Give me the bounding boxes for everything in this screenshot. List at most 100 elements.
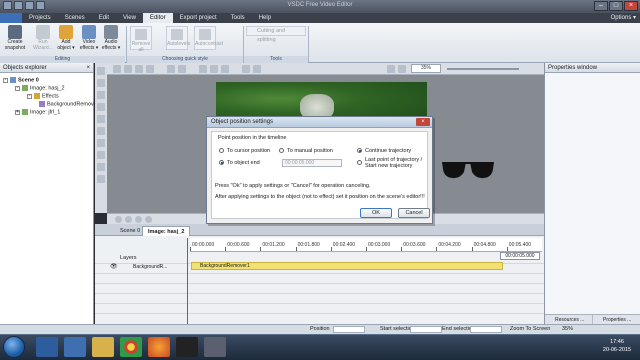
tree-item-image-hasj[interactable]: - Image: hasj_2: [15, 85, 65, 91]
label-continue-trajectory[interactable]: Continue trajectory: [365, 148, 411, 154]
taskbar-firefox-icon[interactable]: [148, 337, 170, 357]
label-object-end[interactable]: To object end: [227, 160, 260, 166]
tab-edit[interactable]: Edit: [92, 13, 116, 23]
ok-button[interactable]: OK: [360, 208, 392, 218]
audio-effects-button[interactable]: Audio effects ▾: [100, 25, 122, 51]
line-tool-icon[interactable]: [97, 115, 105, 123]
autocontrast-button[interactable]: Autocontrast: [194, 26, 223, 50]
crop-tool-icon[interactable]: [97, 127, 105, 135]
minimize-button[interactable]: –: [594, 1, 608, 11]
send-back-icon[interactable]: [253, 65, 261, 73]
taskbar-vsdc-icon[interactable]: [204, 337, 226, 357]
cutting-splitting-button[interactable]: Cutting and splitting: [246, 26, 306, 43]
paste-icon[interactable]: [135, 65, 143, 73]
dialog-close-button[interactable]: ×: [416, 118, 430, 126]
move-tool-icon[interactable]: [97, 163, 105, 171]
align-left-icon[interactable]: [199, 65, 207, 73]
align-center-icon[interactable]: [210, 65, 218, 73]
position-field: [333, 326, 365, 333]
timeline-zoom-out-icon[interactable]: [125, 216, 132, 223]
tab-image-hasj[interactable]: Image: hasj_2: [142, 226, 191, 236]
autolevels-icon: [171, 29, 183, 40]
text-tool-icon[interactable]: [97, 91, 105, 99]
collapse-icon[interactable]: -: [27, 93, 32, 99]
cancel-button[interactable]: Cancel: [398, 208, 430, 218]
label-last-point[interactable]: Last point of trajectory / Start new tra…: [365, 157, 425, 169]
remove-all-button[interactable]: Remove all: [130, 26, 152, 53]
timeline-fit-icon[interactable]: [135, 216, 142, 223]
close-panel-icon[interactable]: ×: [86, 63, 90, 73]
delete-icon[interactable]: [146, 65, 154, 73]
eye-icon[interactable]: 👁: [110, 263, 118, 270]
tab-scenes[interactable]: Scenes: [58, 13, 92, 23]
radio-manual-position[interactable]: [279, 148, 284, 153]
tab-editor[interactable]: Editor: [142, 13, 173, 23]
remove-all-icon: [135, 29, 147, 40]
create-snapshot-button[interactable]: Create snapshot: [4, 25, 26, 51]
tab-export-project[interactable]: Export project: [173, 13, 224, 23]
redo-icon[interactable]: [178, 65, 186, 73]
zoom-to-screen-button[interactable]: Zoom To Screen: [510, 325, 550, 334]
tab-projects[interactable]: Projects: [22, 13, 58, 23]
zoom-value[interactable]: 35%: [411, 64, 441, 73]
tab-view[interactable]: View: [116, 13, 143, 23]
playhead-cursor[interactable]: [187, 238, 188, 324]
copy-icon[interactable]: [124, 65, 132, 73]
start-button[interactable]: [3, 336, 25, 358]
close-button[interactable]: ×: [624, 1, 638, 11]
options-menu[interactable]: Options ▾: [611, 13, 636, 23]
collapse-icon[interactable]: -: [15, 85, 20, 91]
autolevels-button[interactable]: Autolevels: [166, 26, 190, 50]
radio-continue-trajectory[interactable]: [357, 148, 362, 153]
taskbar-folder-icon[interactable]: [92, 337, 114, 357]
radio-object-end[interactable]: [219, 160, 224, 165]
tree-item-background-remover[interactable]: BackgroundRemover: [39, 101, 99, 107]
tab-help[interactable]: Help: [252, 13, 278, 23]
tree-item-effects[interactable]: - Effects: [27, 93, 59, 99]
label-manual-position[interactable]: To manual position: [287, 148, 333, 154]
timeline-zoom-in-icon[interactable]: [115, 216, 122, 223]
pointer-tool-icon[interactable]: [97, 67, 105, 75]
hand-tool-icon[interactable]: [97, 79, 105, 87]
zoom-out-icon[interactable]: [387, 65, 395, 73]
taskbar-media-icon[interactable]: [64, 337, 86, 357]
effect-clip[interactable]: BackgroundRemover1: [191, 262, 503, 270]
video-effects-button[interactable]: Video effects ▾: [78, 25, 100, 51]
run-wizard-button[interactable]: Run Wizard...: [32, 25, 54, 51]
expand-icon[interactable]: +: [15, 109, 20, 115]
track-name[interactable]: BackgroundR...: [133, 263, 185, 271]
eraser-tool-icon[interactable]: [97, 151, 105, 159]
radio-cursor-position[interactable]: [219, 148, 224, 153]
timeline-slider-icon[interactable]: [145, 216, 152, 223]
taskbar-chrome-icon[interactable]: [120, 337, 142, 357]
undo-icon[interactable]: [167, 65, 175, 73]
zoom-in-icon[interactable]: [398, 65, 406, 73]
zoom-tool-icon[interactable]: [97, 139, 105, 147]
file-menu-button[interactable]: [0, 13, 22, 23]
zoom-slider[interactable]: [447, 68, 519, 70]
time-input[interactable]: 00:00:05.000: [282, 159, 342, 167]
label-cursor-position[interactable]: To cursor position: [227, 148, 270, 154]
clock-date: 20-06-2015: [602, 347, 632, 353]
taskbar-ie-icon[interactable]: [36, 337, 58, 357]
cut-icon[interactable]: [113, 65, 121, 73]
ruler-tick-label: 00:04.200: [438, 242, 461, 248]
add-object-button[interactable]: Add object ▾: [55, 25, 77, 51]
tree-item-image-jfrl[interactable]: + Image: jfrl_1: [15, 109, 60, 115]
bring-front-icon[interactable]: [242, 65, 250, 73]
tree-item-scene[interactable]: - Scene 0: [3, 77, 39, 83]
radio-last-point[interactable]: [357, 160, 362, 165]
tab-scene-0[interactable]: Scene 0: [115, 226, 145, 236]
align-right-icon[interactable]: [221, 65, 229, 73]
taskbar-obs-icon[interactable]: [176, 337, 198, 357]
system-clock[interactable]: 17:46 20-06-2015: [596, 338, 638, 354]
tab-properties[interactable]: Properties ...: [593, 315, 640, 324]
shape-tool-icon[interactable]: [97, 103, 105, 111]
rotate-tool-icon[interactable]: [97, 175, 105, 183]
maximize-button[interactable]: □: [609, 1, 623, 11]
tab-resources[interactable]: Resources ...: [545, 315, 593, 324]
tab-tools[interactable]: Tools: [224, 13, 252, 23]
collapse-icon[interactable]: -: [3, 77, 8, 83]
sunglasses-image-object[interactable]: [441, 158, 495, 180]
timeline-ruler[interactable]: 00:00.000 00:00.600 00:01.200 00:01.800 00:0…: [190, 238, 542, 252]
